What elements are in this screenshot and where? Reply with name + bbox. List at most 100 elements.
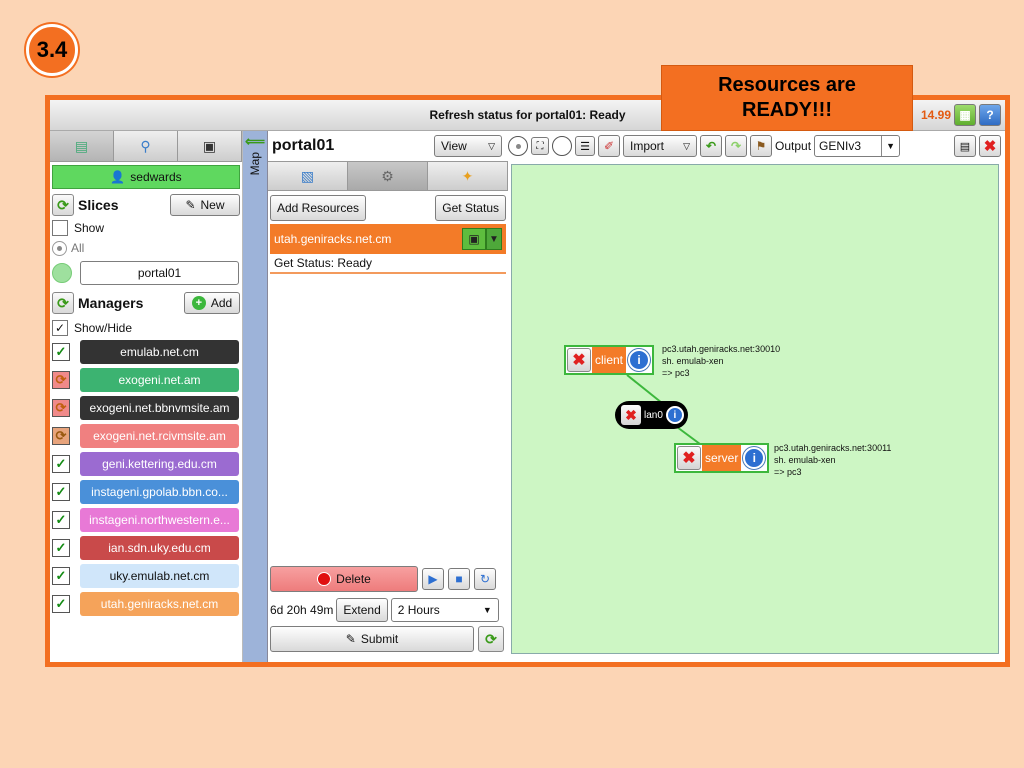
restart-icon[interactable]: ↻ [474, 568, 496, 590]
redo-icon[interactable]: ↷ [725, 135, 747, 157]
show-row: Show [50, 218, 242, 238]
manager-checkbox[interactable]: ✓ [52, 343, 70, 361]
manager-checkbox[interactable]: ✓ [52, 483, 70, 501]
manager-button[interactable]: ian.sdn.uky.edu.cm [80, 536, 239, 560]
map-arrow-icon: ⟸ [244, 133, 266, 149]
extend-button[interactable]: Extend [336, 598, 388, 622]
add-resources-button[interactable]: Add Resources [270, 195, 367, 221]
import-button[interactable]: Import ▽ [623, 135, 697, 157]
delete-button[interactable]: Delete [270, 566, 418, 592]
manager-checkbox[interactable]: ✓ [52, 567, 70, 585]
tab-console[interactable]: ▣ [178, 131, 242, 161]
manager-checkbox[interactable]: ✓ [52, 511, 70, 529]
slice-panel: portal01 ▧ ⚙ ✦ Add Resources Get Status … [268, 131, 508, 662]
user-icon: 👤 [110, 170, 126, 184]
refresh-managers-icon[interactable]: ⟳ [52, 292, 74, 314]
circle-radio[interactable] [552, 136, 572, 156]
topology-canvas[interactable]: ✖ client i pc3.utah.geniracks.net:30010 … [511, 164, 999, 654]
submit-button[interactable]: ✎ Submit [270, 626, 474, 652]
slice-status-text: Get Status: Ready [274, 256, 373, 270]
client-info-text: pc3.utah.geniracks.net:30010 sh. emulab-… [662, 343, 780, 379]
lan-info-icon[interactable]: i [665, 406, 684, 424]
calculator-icon[interactable]: ▤ [954, 135, 976, 157]
delete-client-icon[interactable]: ✖ [567, 348, 591, 372]
ready-banner-line2: READY!!! [742, 99, 832, 121]
tab-search[interactable]: ⚲ [114, 131, 178, 161]
server-label: server [702, 445, 742, 471]
add-manager-button[interactable]: + Add [184, 292, 240, 314]
tab-settings[interactable]: ⚙ [348, 162, 428, 190]
slice-portal01-button[interactable]: portal01 [80, 261, 239, 285]
manager-checkbox[interactable]: ✓ [52, 539, 70, 557]
showhide-label: Show/Hide [74, 321, 133, 335]
manager-refresh-icon[interactable]: ⟳ [52, 399, 70, 417]
manager-button[interactable]: instageni.northwestern.e... [80, 508, 239, 532]
server-component: => pc3 [774, 467, 802, 477]
new-slice-label: New [200, 198, 225, 212]
tab-slices[interactable]: ▤ [50, 131, 114, 161]
view-label: View [441, 139, 467, 153]
map-label: Map [248, 152, 262, 176]
lan-label: lan0 [644, 409, 663, 421]
submit-label: Submit [360, 632, 399, 646]
show-checkbox[interactable] [52, 220, 68, 236]
manager-button[interactable]: emulab.net.cm [80, 340, 239, 364]
manager-row: ⟳ exogeni.net.am [50, 366, 242, 394]
server-host: pc3.utah.geniracks.net:30011 [774, 443, 892, 453]
manager-button[interactable]: instageni.gpolab.bbn.co... [80, 480, 239, 504]
version-text: 14.99 [920, 108, 951, 122]
search-icon: ⚲ [140, 137, 151, 154]
manager-checkbox[interactable]: ✓ [52, 595, 70, 613]
flack-app: Refresh status for portal01: Ready 14.99… [50, 100, 1005, 662]
new-slice-button[interactable]: ✎ New [170, 194, 240, 216]
list-icon[interactable]: ☰ [575, 136, 595, 156]
refresh-submit-icon[interactable]: ⟳ [478, 626, 504, 652]
view-select[interactable]: View ▽ [434, 135, 502, 157]
all-label: All [71, 241, 85, 255]
tab-resources[interactable]: ▧ [268, 162, 348, 190]
refresh-slices-icon[interactable]: ⟳ [52, 194, 74, 216]
select-radio[interactable] [508, 136, 528, 156]
chevron-down-icon: ▽ [488, 140, 495, 151]
fullscreen-button[interactable]: ▦ [954, 104, 976, 126]
delete-server-icon[interactable]: ✖ [677, 446, 701, 470]
manager-row: ✓ instageni.northwestern.e... [50, 506, 242, 534]
manager-button[interactable]: exogeni.net.am [80, 368, 239, 392]
map-toggle-strip[interactable]: ⟸ Map [243, 131, 268, 662]
stamp-icon[interactable]: ⚑ [750, 135, 772, 157]
output-format-select[interactable]: GENIv3 ▼ [814, 135, 901, 157]
client-sliver-type: sh. emulab-xen [662, 356, 724, 366]
get-status-button[interactable]: Get Status [435, 195, 506, 221]
close-icon[interactable]: ✖ [979, 135, 1001, 157]
user-button[interactable]: 👤 sedwards [52, 165, 240, 189]
manager-button[interactable]: utah.geniracks.net.cm [80, 592, 239, 616]
help-button[interactable]: ? [979, 104, 1001, 126]
undo-icon[interactable]: ↶ [700, 135, 722, 157]
manager-button[interactable]: exogeni.net.bbnvmsite.am [80, 396, 239, 420]
selected-manager-row[interactable]: utah.geniracks.net.cm ▣ ▼ [270, 224, 506, 254]
manager-checkbox[interactable]: ✓ [52, 455, 70, 473]
showhide-checkbox[interactable]: ✓ [52, 320, 68, 336]
graph-icon[interactable]: ⛶ [531, 137, 549, 155]
node-lan0[interactable]: ✖ lan0 i [615, 401, 688, 429]
delete-lan-icon[interactable]: ✖ [621, 405, 641, 425]
node-server[interactable]: ✖ server i [674, 443, 770, 473]
manager-button[interactable]: exogeni.net.rcivmsite.am [80, 424, 239, 448]
delete-label: Delete [336, 572, 371, 586]
node-client[interactable]: ✖ client i [564, 345, 655, 375]
manager-button[interactable]: geni.kettering.edu.cm [80, 452, 239, 476]
server-info-icon[interactable]: i [743, 447, 766, 469]
app-frame: Refresh status for portal01: Ready 14.99… [45, 95, 1010, 667]
eraser-icon[interactable]: ✐ [598, 135, 620, 157]
all-row: All [50, 238, 242, 258]
all-radio[interactable] [52, 240, 67, 256]
client-info-icon[interactable]: i [628, 349, 651, 371]
manager-menu-button[interactable]: ▣ ▼ [462, 228, 502, 250]
manager-button[interactable]: uky.emulab.net.cm [80, 564, 239, 588]
tab-plugins[interactable]: ✦ [428, 162, 508, 190]
stop-icon[interactable]: ■ [448, 568, 470, 590]
manager-refresh-icon[interactable]: ⟳ [52, 371, 70, 389]
manager-refresh-icon[interactable]: ⟳ [52, 427, 70, 445]
play-icon[interactable]: ▶ [422, 568, 444, 590]
extend-duration-select[interactable]: 2 Hours ▼ [390, 598, 499, 622]
